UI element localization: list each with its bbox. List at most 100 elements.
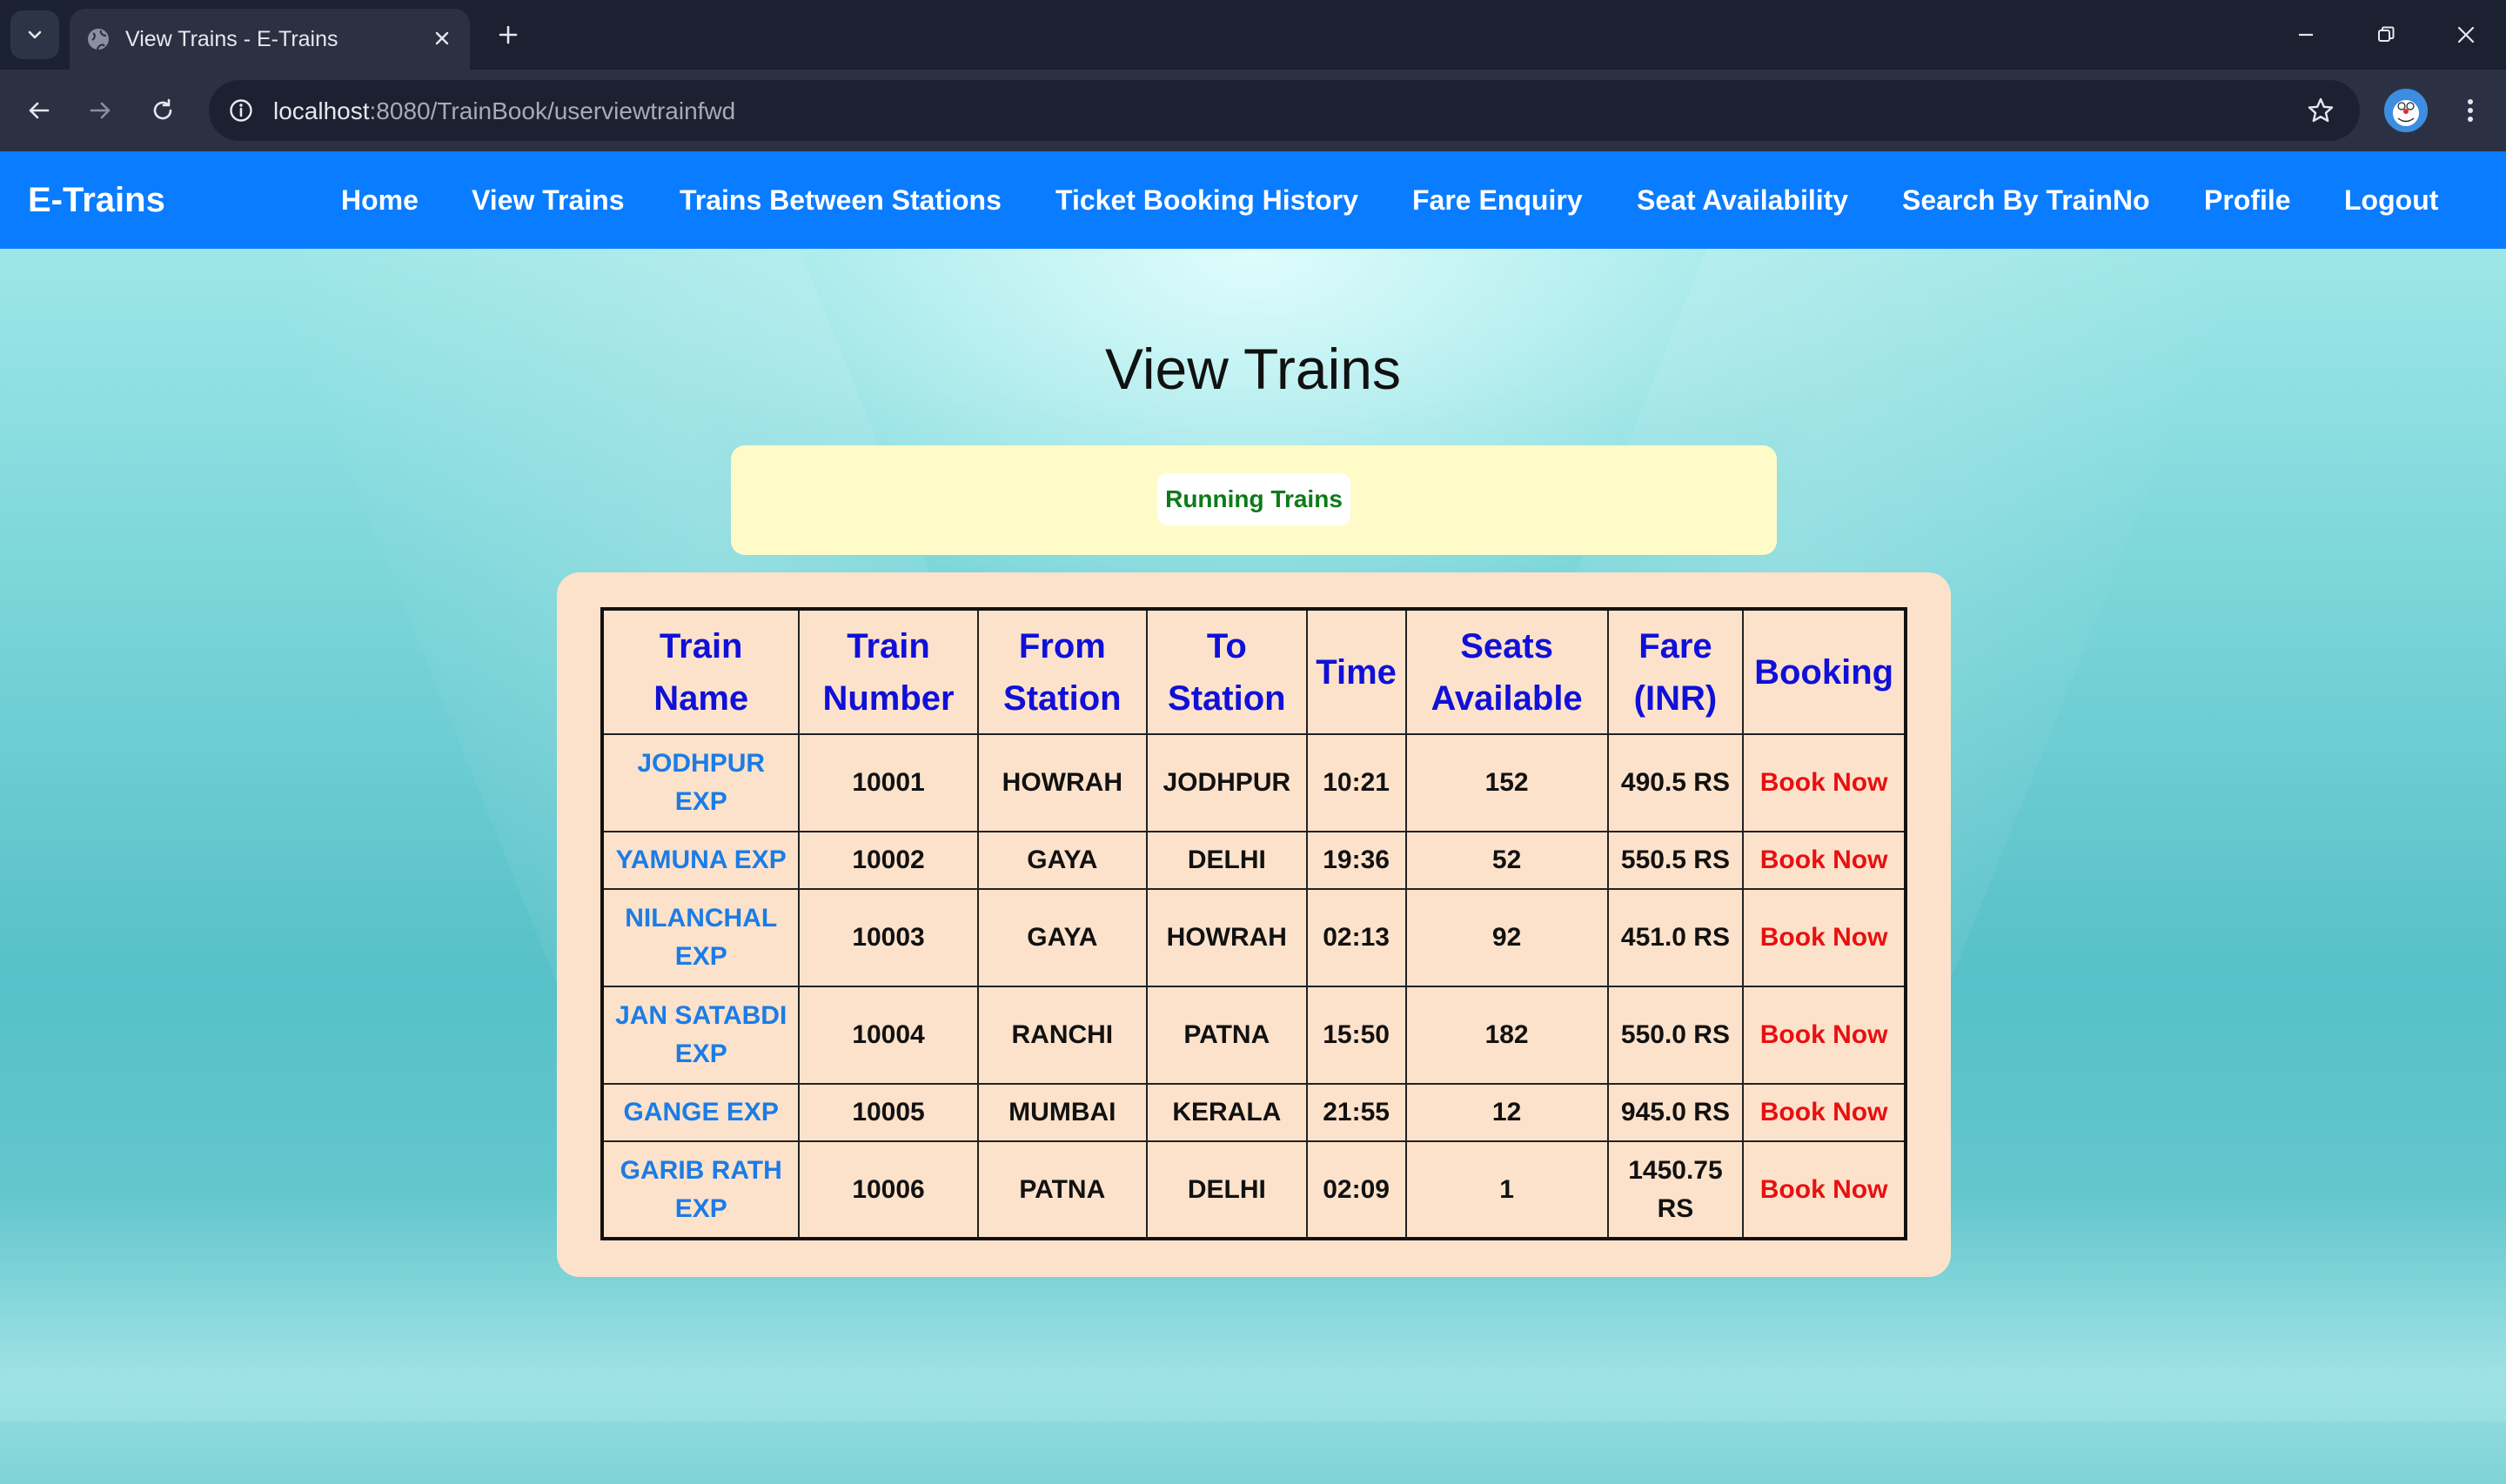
tab-close-button[interactable] (426, 23, 458, 54)
to-station: PATNA (1145, 986, 1308, 1085)
nav-seat-availability[interactable]: Seat Availability (1637, 183, 1848, 217)
departure-time: 02:09 (1305, 1140, 1407, 1240)
header-train-number: Train Number (798, 608, 979, 735)
table-row: JAN SATABDI EXP 10004 RANCHI PATNA 15:50… (600, 986, 1906, 1085)
train-name-link[interactable]: GARIB RATH EXP (600, 1140, 801, 1240)
from-station: RANCHI (976, 986, 1148, 1085)
more-vertical-icon (2468, 99, 2473, 122)
table-row: NILANCHAL EXP 10003 GAYA HOWRAH 02:13 92… (600, 888, 1906, 987)
nav-fare-enquiry[interactable]: Fare Enquiry (1412, 183, 1583, 217)
departure-time: 02:13 (1305, 888, 1407, 987)
to-station: DELHI (1145, 831, 1308, 890)
train-name-link[interactable]: NILANCHAL EXP (600, 888, 801, 987)
table-row: JODHPUR EXP 10001 HOWRAH JODHPUR 10:21 1… (600, 733, 1906, 832)
tab-title: View Trains - E-Trains (125, 27, 338, 51)
train-number: 10006 (798, 1140, 979, 1240)
train-number: 10001 (798, 733, 979, 832)
train-name-link[interactable]: YAMUNA EXP (600, 831, 801, 890)
new-tab-button[interactable] (489, 16, 527, 54)
departure-time: 15:50 (1305, 986, 1407, 1085)
train-name-link[interactable]: GANGE EXP (600, 1083, 801, 1142)
nav-ticket-booking-history[interactable]: Ticket Booking History (1055, 183, 1358, 217)
fare: 490.5 RS (1606, 733, 1745, 832)
fare: 945.0 RS (1606, 1083, 1745, 1142)
from-station: GAYA (976, 888, 1148, 987)
globe-icon (88, 29, 109, 50)
nav-trains-between-stations[interactable]: Trains Between Stations (680, 183, 1002, 217)
header-booking: Booking (1742, 608, 1906, 735)
restore-icon (2378, 26, 2395, 42)
minimize-button[interactable] (2280, 12, 2332, 57)
star-icon (2308, 97, 2334, 123)
book-now-link[interactable]: Book Now (1742, 733, 1906, 832)
restore-button[interactable] (2360, 12, 2412, 57)
avatar-icon (2384, 89, 2428, 132)
profile-avatar[interactable] (2384, 89, 2428, 132)
from-station: MUMBAI (976, 1083, 1148, 1142)
browser-tab[interactable]: View Trains - E-Trains (70, 9, 470, 70)
from-station: PATNA (976, 1140, 1148, 1240)
seats-available: 182 (1404, 986, 1609, 1085)
address-bar[interactable]: localhost:8080/TrainBook/userviewtrainfw… (209, 80, 2360, 141)
from-station: GAYA (976, 831, 1148, 890)
chevron-down-icon (28, 30, 42, 39)
train-name-link[interactable]: JAN SATABDI EXP (600, 986, 801, 1085)
nav-profile[interactable]: Profile (2204, 183, 2291, 217)
minimize-icon (2299, 33, 2313, 37)
seats-available: 152 (1404, 733, 1609, 832)
header-from-station: From Station (976, 608, 1148, 735)
page-title: View Trains (1105, 337, 1401, 401)
close-window-button[interactable] (2440, 12, 2492, 57)
bookmark-button[interactable] (2301, 90, 2341, 130)
book-now-link[interactable]: Book Now (1742, 986, 1906, 1085)
train-number: 10005 (798, 1083, 979, 1142)
reload-button[interactable] (141, 89, 184, 132)
train-number: 10002 (798, 831, 979, 890)
arrow-right-icon (90, 102, 111, 119)
notice-box: Running Trains (731, 445, 1777, 555)
trains-table: Train Name Train Number From Station To Stat… (600, 607, 1907, 1240)
seats-available: 1 (1404, 1140, 1609, 1240)
brand-logo[interactable]: E-Trains (28, 179, 165, 221)
book-now-link[interactable]: Book Now (1742, 1140, 1906, 1240)
plus-icon (499, 25, 518, 44)
from-station: HOWRAH (976, 733, 1148, 832)
seats-available: 92 (1404, 888, 1609, 987)
train-name-link[interactable]: JODHPUR EXP (600, 733, 801, 832)
book-now-link[interactable]: Book Now (1742, 831, 1906, 890)
background-floor (0, 1421, 2506, 1484)
header-to-station: To Station (1145, 608, 1308, 735)
book-now-link[interactable]: Book Now (1742, 1083, 1906, 1142)
fare: 451.0 RS (1606, 888, 1745, 987)
seats-available: 12 (1404, 1083, 1609, 1142)
to-station: KERALA (1145, 1083, 1308, 1142)
to-station: HOWRAH (1145, 888, 1308, 987)
train-number: 10003 (798, 888, 979, 987)
header-fare: Fare (INR) (1606, 608, 1745, 735)
nav-search-by-trainno[interactable]: Search By TrainNo (1902, 183, 2150, 217)
trains-table-card: Train Name Train Number From Station To Stat… (557, 572, 1951, 1277)
tab-search-button[interactable] (10, 10, 59, 59)
fare: 550.0 RS (1606, 986, 1745, 1085)
table-row: GANGE EXP 10005 MUMBAI KERALA 21:55 12 9… (600, 1083, 1906, 1142)
fare: 550.5 RS (1606, 831, 1745, 890)
nav-home[interactable]: Home (341, 183, 419, 217)
url-path: :8080/TrainBook/userviewtrainfwd (369, 97, 736, 124)
nav-logout[interactable]: Logout (2344, 183, 2438, 217)
back-button[interactable] (17, 89, 61, 132)
page-viewport: E-Trains Home View Trains Trains Between… (0, 151, 2506, 1484)
seats-available: 52 (1404, 831, 1609, 890)
forward-button[interactable] (78, 89, 122, 132)
fare: 1450.75 RS (1606, 1140, 1745, 1240)
browser-menu-button[interactable] (2449, 89, 2492, 132)
to-station: JODHPUR (1145, 733, 1308, 832)
table-header-row: Train Name Train Number From Station To Stat… (600, 608, 1906, 735)
header-seats-available: Seats Available (1404, 608, 1609, 735)
site-navbar: E-Trains Home View Trains Trains Between… (0, 151, 2506, 249)
url-host: localhost (273, 97, 370, 124)
nav-view-trains[interactable]: View Trains (472, 183, 625, 217)
departure-time: 21:55 (1305, 1083, 1407, 1142)
site-info-icon[interactable] (221, 90, 261, 130)
book-now-link[interactable]: Book Now (1742, 888, 1906, 987)
browser-tab-strip: View Trains - E-Trains (0, 0, 2506, 70)
